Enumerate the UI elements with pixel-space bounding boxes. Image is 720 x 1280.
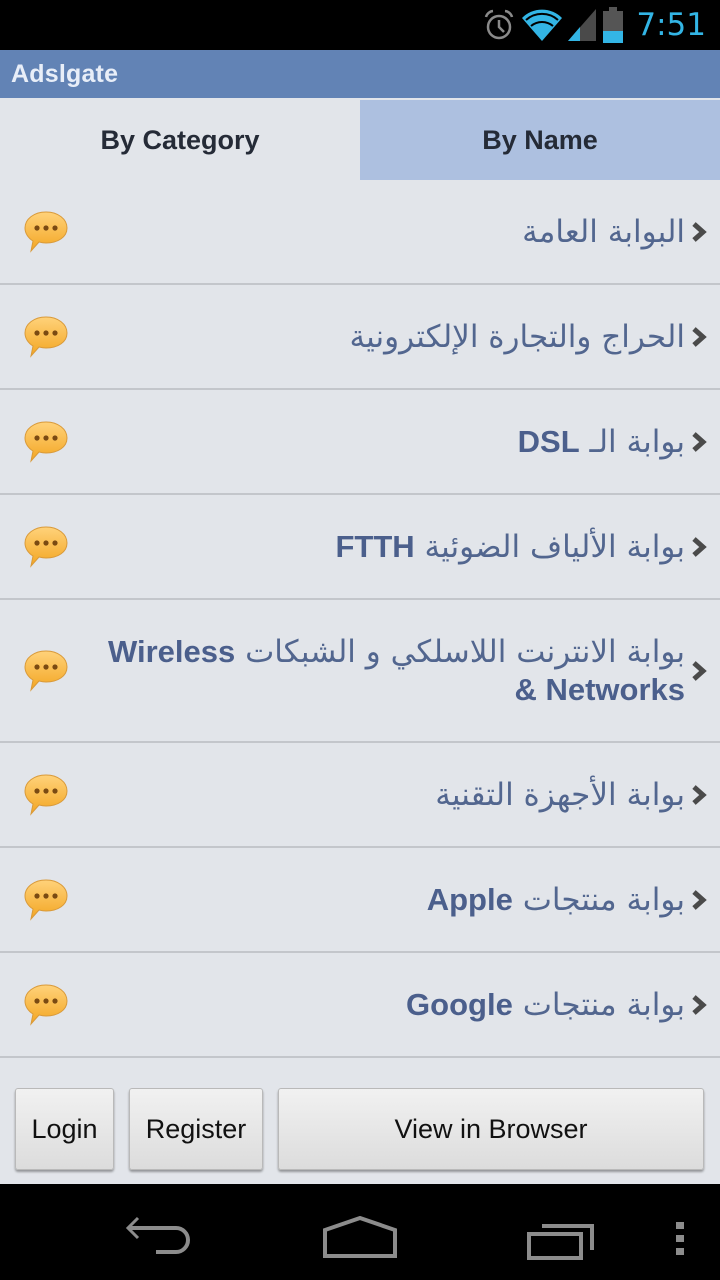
bottom-button-bar: Login Register View in Browser: [0, 1086, 720, 1184]
category-list: البوابة العامة الحراج والتجارة الإلكترون…: [0, 180, 720, 1058]
tab-label: By Category: [100, 124, 260, 155]
chevron-right-icon: [692, 536, 707, 557]
category-label: بوابة منتجات Google: [406, 986, 685, 1024]
category-label: بوابة الانترنت اللاسلكي و الشبكات Wirele…: [85, 633, 685, 709]
category-label-arabic: بوابة الألياف الضوئية: [424, 528, 685, 565]
content-area: By Category By Name البوابة العامة الحرا…: [0, 98, 720, 1184]
chat-bubble-icon: [24, 210, 68, 253]
view-in-browser-button[interactable]: View in Browser: [278, 1088, 704, 1170]
category-label: بوابة الألياف الضوئية FTTH: [335, 528, 685, 566]
app-title: Adslgate: [11, 60, 119, 88]
category-row[interactable]: الحراج والتجارة الإلكترونية: [0, 285, 720, 390]
chat-bubble-icon: [24, 525, 68, 568]
category-label: بوابة منتجات Apple: [427, 881, 685, 919]
login-button[interactable]: Login: [15, 1088, 114, 1170]
chevron-right-icon: [692, 994, 707, 1015]
battery-icon: [603, 7, 624, 43]
chevron-right-icon: [692, 326, 707, 347]
chat-bubble-icon: [24, 983, 68, 1026]
category-row[interactable]: بوابة الأجهزة التقنية: [0, 743, 720, 848]
chat-bubble-icon: [24, 420, 68, 463]
category-label-arabic: بوابة الـ: [589, 423, 686, 460]
category-label: الحراج والتجارة الإلكترونية: [350, 318, 685, 356]
category-row[interactable]: بوابة الانترنت اللاسلكي و الشبكات Wirele…: [0, 600, 720, 743]
tab-by-category[interactable]: By Category: [0, 100, 360, 180]
recent-apps-icon[interactable]: [526, 1220, 598, 1260]
category-label-latin: FTTH: [335, 528, 415, 564]
category-label-arabic: بوابة منتجات: [522, 881, 685, 918]
home-icon[interactable]: [322, 1216, 398, 1258]
tab-label: By Name: [482, 124, 598, 155]
action-bar: Adslgate: [0, 50, 720, 98]
category-label-latin: DSL: [517, 423, 580, 459]
cell-signal-icon: [568, 9, 597, 41]
category-label-arabic: بوابة منتجات: [522, 986, 685, 1023]
category-row[interactable]: بوابة الألياف الضوئية FTTH: [0, 495, 720, 600]
category-label-latin: Apple: [426, 881, 513, 917]
status-bar: 7:51: [0, 0, 720, 50]
alarm-icon: [485, 9, 514, 40]
wifi-icon: [522, 9, 563, 41]
register-button[interactable]: Register: [129, 1088, 263, 1170]
category-label-arabic: بوابة الأجهزة التقنية: [435, 776, 685, 813]
back-icon[interactable]: [124, 1214, 194, 1256]
category-label: بوابة الأجهزة التقنية: [435, 776, 685, 814]
category-row[interactable]: بوابة منتجات Google: [0, 953, 720, 1058]
chat-bubble-icon: [24, 649, 68, 692]
tab-bar: By Category By Name: [0, 100, 720, 180]
category-label: البوابة العامة: [522, 213, 685, 251]
category-label: بوابة الـ DSL: [518, 423, 685, 461]
category-label-arabic: بوابة الانترنت اللاسلكي و الشبكات: [245, 633, 685, 670]
overflow-menu-icon[interactable]: [674, 1220, 686, 1256]
navigation-bar: [0, 1184, 720, 1280]
category-label-arabic: الحراج والتجارة الإلكترونية: [349, 318, 685, 355]
chevron-right-icon: [692, 784, 707, 805]
category-row[interactable]: بوابة الـ DSL: [0, 390, 720, 495]
category-row[interactable]: البوابة العامة: [0, 180, 720, 285]
clock: 7:51: [636, 7, 706, 43]
chevron-right-icon: [692, 660, 707, 681]
chevron-right-icon: [692, 221, 707, 242]
chevron-right-icon: [692, 431, 707, 452]
chevron-right-icon: [692, 889, 707, 910]
category-label-latin: Google: [406, 986, 513, 1022]
chat-bubble-icon: [24, 878, 68, 921]
category-row[interactable]: بوابة منتجات Apple: [0, 848, 720, 953]
category-label-arabic: البوابة العامة: [522, 213, 685, 250]
chat-bubble-icon: [24, 315, 68, 358]
chat-bubble-icon: [24, 773, 68, 816]
tab-by-name[interactable]: By Name: [360, 100, 720, 180]
